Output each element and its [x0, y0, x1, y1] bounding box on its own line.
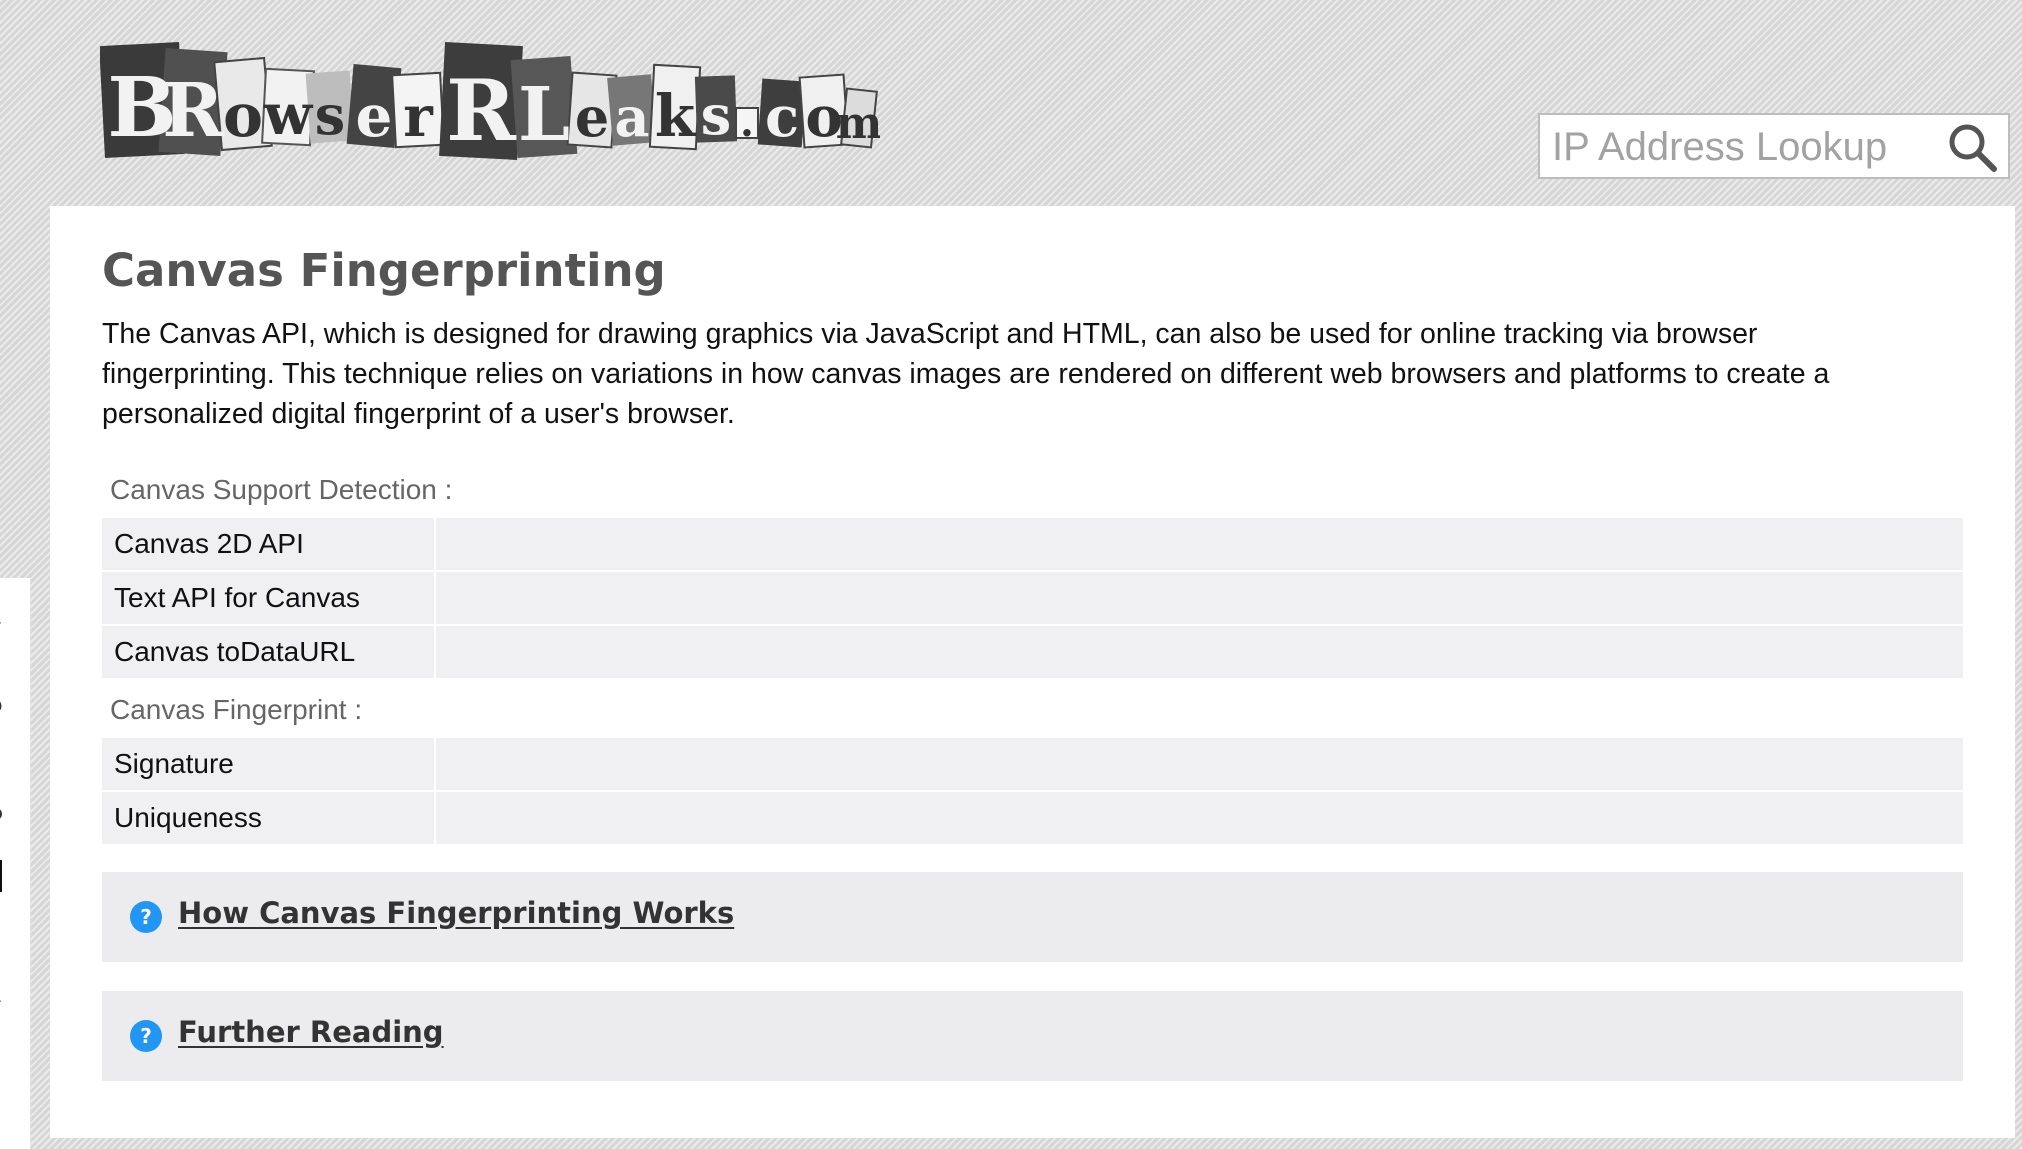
- row-value: [438, 792, 1963, 844]
- copy-icon[interactable]: [0, 922, 6, 946]
- svg-text:r: r: [403, 84, 434, 150]
- svg-text:e: e: [356, 82, 393, 150]
- svg-text:e: e: [575, 85, 609, 149]
- bar-icon[interactable]: [0, 1078, 6, 1126]
- side-panel-edge: [0, 578, 31, 1149]
- svg-text:R: R: [446, 61, 517, 160]
- ip-lookup-search: [1538, 113, 2010, 179]
- device-icon[interactable]: [0, 860, 6, 892]
- svg-text:m: m: [836, 98, 880, 149]
- row-value: [438, 738, 1963, 790]
- table-row: Uniqueness: [102, 792, 1963, 844]
- row-key: Canvas 2D API: [102, 518, 436, 570]
- dot-icon[interactable]: [0, 1028, 6, 1044]
- table-row: Canvas toDataURL: [102, 626, 1963, 678]
- main-content: Canvas Fingerprinting The Canvas API, wh…: [50, 206, 2015, 1138]
- page-title: Canvas Fingerprinting: [102, 244, 666, 297]
- svg-text:L: L: [518, 72, 570, 158]
- svg-text:a: a: [615, 85, 650, 149]
- row-key: Canvas toDataURL: [102, 626, 436, 678]
- svg-text:o: o: [223, 81, 263, 151]
- chevron-icon[interactable]: [0, 614, 6, 630]
- how-it-works-link[interactable]: How Canvas Fingerprinting Works: [178, 896, 734, 930]
- svg-text:R: R: [162, 68, 224, 154]
- pin-icon[interactable]: [0, 808, 6, 824]
- search-icon[interactable]: [1946, 121, 2000, 175]
- svg-text:?: ?: [140, 1024, 152, 1048]
- intro-paragraph: The Canvas API, which is designed for dr…: [102, 318, 1830, 430]
- svg-text:s: s: [701, 83, 731, 147]
- row-key: Signature: [102, 738, 436, 790]
- accordion-how-it-works[interactable]: ? How Canvas Fingerprinting Works: [102, 872, 1963, 962]
- chevron-left-icon[interactable]: [0, 998, 6, 1014]
- svg-text:?: ?: [140, 905, 152, 929]
- row-value: [438, 572, 1963, 624]
- support-section-label: Canvas Support Detection :: [110, 474, 453, 505]
- site-header: B R o w s e r R L e a k s . c o m: [0, 0, 2022, 206]
- arrow-icon[interactable]: [0, 758, 6, 774]
- row-key: Text API for Canvas: [102, 572, 436, 624]
- svg-text:w: w: [263, 82, 314, 148]
- question-icon: ?: [130, 901, 162, 933]
- row-value: [438, 518, 1963, 570]
- svg-text:c: c: [765, 84, 799, 150]
- svg-text:s: s: [315, 83, 345, 147]
- table-row: Text API for Canvas: [102, 572, 1963, 624]
- fingerprint-section-label: Canvas Fingerprint :: [110, 694, 363, 725]
- circle-icon[interactable]: [0, 698, 6, 714]
- ip-lookup-input[interactable]: [1552, 123, 1932, 171]
- accordion-further-reading[interactable]: ? Further Reading: [102, 991, 1963, 1081]
- row-value: [438, 626, 1963, 678]
- table-row: Signature: [102, 738, 1963, 790]
- table-row: Canvas 2D API: [102, 518, 1963, 570]
- svg-text:.: .: [740, 99, 754, 146]
- question-icon: ?: [130, 1020, 162, 1052]
- row-key: Uniqueness: [102, 792, 436, 844]
- svg-text:k: k: [655, 82, 697, 150]
- further-reading-link[interactable]: Further Reading: [178, 1015, 444, 1049]
- site-logo[interactable]: B R o w s e r R L e a k s . c o m: [100, 36, 880, 166]
